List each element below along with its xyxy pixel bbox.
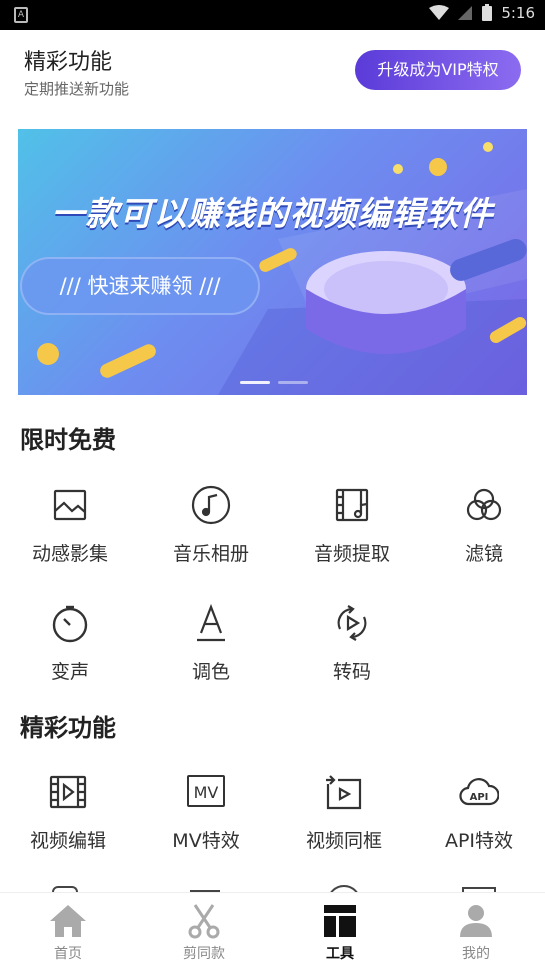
status-time: 5:16 [501,4,535,22]
tool-voice-change[interactable]: 变声 [10,603,130,684]
page-title: 精彩功能 [24,50,113,75]
section-title-free: 限时免费 [20,426,116,454]
page-dot [278,381,308,384]
page-subtitle: 定期推送新功能 [24,80,130,98]
tab-label: 我的 [462,946,490,962]
video-edit-icon [49,775,87,809]
tool-label: 变声 [50,661,89,683]
bottom-tab-bar: 首页 剪同款 工具 我的 [0,892,545,970]
mv-icon: MV [187,775,225,807]
tool-label: MV特效 [172,830,240,852]
tool-music-album[interactable]: 音乐相册 [151,485,271,566]
tool-video-edit[interactable]: 视频编辑 [8,772,128,853]
tool-label: 音乐相册 [172,543,249,565]
tool-label: 滤镜 [464,543,503,565]
tool-video-duet[interactable]: 视频同框 [284,772,404,853]
tool-label: 音频提取 [313,543,390,565]
api-cloud-icon: API [459,778,499,806]
status-bar: A 5:16 [0,0,545,30]
filter-icon [466,488,502,521]
tool-label: 调色 [191,661,230,683]
tool-label: API特效 [444,830,514,852]
tab-tools[interactable]: 工具 [290,903,390,963]
banner-page-indicator [240,381,308,384]
music-note-icon [191,485,231,525]
home-icon [50,905,86,937]
banner-headline: 一款可以赚钱的视频编辑软件 [51,194,494,233]
notification-icon: A [14,7,28,23]
scissors-icon [188,904,220,939]
signal-icon [458,6,473,20]
tab-label: 工具 [326,946,354,962]
upgrade-vip-button[interactable]: 升级成为VIP特权 [355,50,521,90]
tab-profile[interactable]: 我的 [426,903,526,963]
page-header: 精彩功能 定期推送新功能 升级成为VIP特权 [0,30,545,110]
tool-label: 动感影集 [31,543,108,565]
video-duet-icon [326,775,362,810]
tool-mv-effects[interactable]: MV MV特效 [146,772,266,853]
battery-icon [482,4,493,21]
promo-banner[interactable]: 一款可以赚钱的视频编辑软件 /// 快速来赚领 /// [18,129,527,395]
tab-home[interactable]: 首页 [18,903,118,963]
tool-transcode[interactable]: 转码 [292,603,412,684]
tool-filter[interactable]: 滤镜 [424,485,544,566]
tool-label: 视频编辑 [29,830,106,852]
tool-api-effects[interactable]: API API特效 [419,772,539,853]
voice-change-icon [52,605,88,643]
tools-grid-icon [324,905,356,937]
svg-text:API: API [470,792,489,803]
tool-audio-extract[interactable]: 音频提取 [292,485,412,566]
tool-label: 转码 [332,661,371,683]
svg-text:MV: MV [194,783,219,802]
tool-label: 视频同框 [305,830,382,852]
banner-cta: /// 快速来赚领 /// [20,257,260,315]
wifi-icon [429,5,450,20]
photo-album-icon [53,489,87,521]
tab-template[interactable]: 剪同款 [154,903,254,963]
transcode-icon [337,605,367,641]
color-adjust-icon [197,603,225,642]
tab-label: 首页 [54,946,82,962]
tab-label: 剪同款 [183,946,225,962]
status-icons: 5:16 [429,4,535,22]
page-dot-active [240,381,270,384]
audio-extract-icon [335,488,369,522]
tool-photo-album[interactable]: 动感影集 [10,485,130,566]
user-icon [460,905,492,937]
tool-color-adjust[interactable]: 调色 [151,603,271,684]
section-title-featured: 精彩功能 [20,714,116,742]
